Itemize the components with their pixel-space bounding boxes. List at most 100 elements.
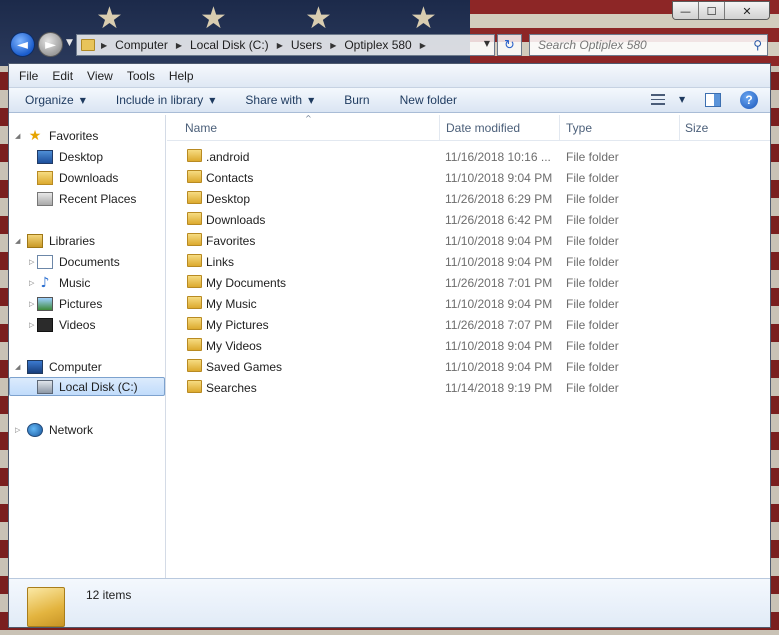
- nav-music[interactable]: ♪ Music: [37, 273, 91, 292]
- file-name[interactable]: Saved Games: [206, 360, 282, 374]
- file-name[interactable]: Favorites: [206, 234, 255, 248]
- breadcrumb-local-disk[interactable]: Local Disk (C:): [190, 38, 269, 52]
- column-header-type[interactable]: Type: [566, 121, 592, 135]
- file-name[interactable]: My Documents: [206, 276, 286, 290]
- nav-computer[interactable]: Computer: [27, 357, 102, 376]
- file-name[interactable]: My Videos: [206, 339, 262, 353]
- nav-recent-places[interactable]: Recent Places: [37, 189, 136, 208]
- back-button[interactable]: ◄: [10, 32, 35, 57]
- file-row[interactable]: Searches 11/14/2018 9:19 PM File folder: [167, 377, 770, 398]
- expand-triangle-icon[interactable]: ◢: [15, 237, 20, 245]
- star-icon: ★: [28, 127, 42, 144]
- recent-pages-dropdown-icon[interactable]: ▼: [66, 38, 73, 48]
- menu-help[interactable]: Help: [169, 69, 194, 83]
- column-header-name[interactable]: Name: [185, 121, 217, 135]
- file-type: File folder: [566, 213, 619, 227]
- file-type: File folder: [566, 297, 619, 311]
- nav-favorites[interactable]: ★ Favorites: [27, 126, 99, 145]
- nav-local-disk-label: Local Disk (C:): [59, 379, 138, 394]
- folder-icon: [187, 191, 202, 204]
- file-row[interactable]: .android 11/16/2018 10:16 ... File folder: [167, 146, 770, 167]
- nav-documents[interactable]: Documents: [37, 252, 120, 271]
- nav-local-disk[interactable]: Local Disk (C:): [9, 377, 165, 396]
- file-name[interactable]: .android: [206, 150, 249, 164]
- close-button[interactable]: ✕: [725, 2, 769, 19]
- burn-button[interactable]: Burn: [344, 93, 369, 107]
- expand-triangle-icon[interactable]: ▷: [29, 258, 34, 266]
- organize-button[interactable]: Organize ▼: [25, 93, 86, 107]
- search-icon[interactable]: ⚲: [753, 38, 762, 52]
- menu-edit[interactable]: Edit: [52, 69, 73, 83]
- nav-libraries[interactable]: Libraries: [27, 231, 95, 250]
- minimize-button[interactable]: —: [673, 2, 699, 19]
- nav-computer-label: Computer: [49, 359, 102, 374]
- explorer-content: File Edit View Tools Help Organize ▼ Inc…: [8, 63, 771, 628]
- address-bar[interactable]: ▶ Computer ▶ Local Disk (C:) ▶ Users ▶ O…: [76, 34, 495, 56]
- refresh-button[interactable]: ↻: [497, 34, 522, 56]
- nav-downloads[interactable]: Downloads: [37, 168, 118, 187]
- column-divider[interactable]: [679, 115, 680, 141]
- expand-triangle-icon[interactable]: ◢: [15, 363, 20, 371]
- help-icon[interactable]: ?: [740, 91, 758, 109]
- column-divider[interactable]: [559, 115, 560, 141]
- expand-triangle-icon[interactable]: ◢: [15, 132, 20, 140]
- chevron-right-icon[interactable]: ▶: [420, 41, 426, 50]
- change-view-button[interactable]: ▼: [651, 94, 685, 105]
- expand-triangle-icon[interactable]: ▷: [29, 300, 34, 308]
- file-row[interactable]: Desktop 11/26/2018 6:29 PM File folder: [167, 188, 770, 209]
- nav-videos[interactable]: Videos: [37, 315, 95, 334]
- search-input[interactable]: Search Optiplex 580 ⚲: [529, 34, 768, 56]
- file-type: File folder: [566, 276, 619, 290]
- file-type: File folder: [566, 255, 619, 269]
- chevron-right-icon[interactable]: ▶: [176, 41, 182, 50]
- file-name[interactable]: Searches: [206, 381, 257, 395]
- file-row[interactable]: Links 11/10/2018 9:04 PM File folder: [167, 251, 770, 272]
- nav-network[interactable]: Network: [27, 420, 93, 439]
- file-row[interactable]: My Videos 11/10/2018 9:04 PM File folder: [167, 335, 770, 356]
- address-dropdown-icon[interactable]: ▼: [484, 39, 490, 48]
- share-with-button[interactable]: Share with ▼: [245, 93, 314, 107]
- chevron-right-icon[interactable]: ▶: [330, 41, 336, 50]
- file-name[interactable]: Downloads: [206, 213, 265, 227]
- file-name[interactable]: Desktop: [206, 192, 250, 206]
- file-name[interactable]: My Music: [206, 297, 257, 311]
- menu-tools[interactable]: Tools: [127, 69, 155, 83]
- breadcrumb-computer[interactable]: Computer: [115, 38, 168, 52]
- include-in-library-button[interactable]: Include in library ▼: [116, 93, 216, 107]
- preview-pane-icon[interactable]: [705, 93, 721, 107]
- menu-view[interactable]: View: [87, 69, 113, 83]
- file-row[interactable]: Contacts 11/10/2018 9:04 PM File folder: [167, 167, 770, 188]
- file-row[interactable]: My Music 11/10/2018 9:04 PM File folder: [167, 293, 770, 314]
- breadcrumb-users[interactable]: Users: [291, 38, 322, 52]
- expand-triangle-icon[interactable]: ▷: [29, 279, 34, 287]
- file-row[interactable]: My Documents 11/26/2018 7:01 PM File folde…: [167, 272, 770, 293]
- column-header-date[interactable]: Date modified: [446, 121, 520, 135]
- chevron-right-icon[interactable]: ▶: [101, 41, 107, 50]
- column-header-size[interactable]: Size: [685, 121, 708, 135]
- folder-icon: [187, 149, 202, 162]
- file-row[interactable]: Saved Games 11/10/2018 9:04 PM File folder: [167, 356, 770, 377]
- expand-triangle-icon[interactable]: ▷: [29, 321, 34, 329]
- column-divider[interactable]: [439, 115, 440, 141]
- file-date-modified: 11/10/2018 9:04 PM: [445, 339, 553, 353]
- maximize-button[interactable]: ☐: [699, 2, 725, 19]
- file-row[interactable]: Favorites 11/10/2018 9:04 PM File folder: [167, 230, 770, 251]
- forward-button[interactable]: ►: [38, 32, 63, 57]
- new-folder-button[interactable]: New folder: [400, 93, 457, 107]
- nav-desktop[interactable]: Desktop: [37, 147, 103, 166]
- breadcrumb-optiplex[interactable]: Optiplex 580: [344, 38, 411, 52]
- nav-videos-label: Videos: [59, 317, 96, 332]
- view-details-icon: [651, 94, 665, 105]
- file-row[interactable]: My Pictures 11/26/2018 7:07 PM File folder: [167, 314, 770, 335]
- file-list: ^ Name Date modified Type Size .android 1…: [167, 114, 770, 578]
- file-row[interactable]: Downloads 11/26/2018 6:42 PM File folder: [167, 209, 770, 230]
- file-name[interactable]: Contacts: [206, 171, 253, 185]
- file-name[interactable]: Links: [206, 255, 234, 269]
- file-name[interactable]: My Pictures: [206, 318, 269, 332]
- chevron-right-icon[interactable]: ▶: [277, 41, 283, 50]
- file-type: File folder: [566, 381, 619, 395]
- menu-file[interactable]: File: [19, 69, 38, 83]
- nav-pictures[interactable]: Pictures: [37, 294, 102, 313]
- expand-triangle-icon[interactable]: ▷: [15, 426, 20, 434]
- menu-bar: File Edit View Tools Help: [9, 64, 770, 88]
